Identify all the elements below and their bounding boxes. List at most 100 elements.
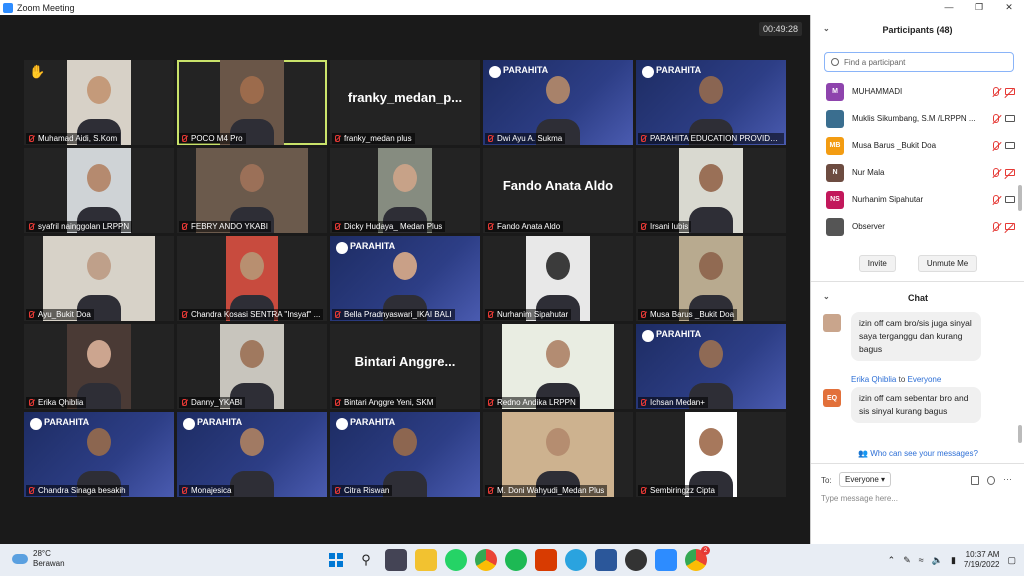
notification-icon[interactable]: ▢ (1007, 555, 1016, 566)
message-input[interactable]: Type message here... (821, 494, 898, 503)
person-face (240, 76, 264, 104)
video-tile[interactable]: PARAHITA PARAHITA EDUCATION PROVIDER (636, 60, 786, 145)
start-icon[interactable] (325, 549, 347, 571)
participant-name: PARAHITA EDUCATION PROVIDER (650, 134, 782, 143)
pen-icon[interactable]: ✎ (903, 555, 911, 566)
wifi-icon[interactable]: ≈ (919, 555, 924, 565)
participant-row[interactable]: M MUHAMMADI (821, 78, 1015, 105)
mic-muted-icon (488, 487, 493, 494)
who-can-see-link[interactable]: 👥 Who can see your messages? (811, 449, 1024, 458)
person-face (87, 252, 111, 280)
avatar: M (826, 82, 844, 101)
mic-muted-icon (641, 487, 646, 494)
clock-app-icon[interactable] (625, 549, 647, 571)
word-icon[interactable] (595, 549, 617, 571)
video-tile[interactable]: PARAHITA Ichsan Medan+ (636, 324, 786, 409)
chevron-down-icon[interactable]: ⌄ (823, 24, 830, 33)
video-tile[interactable]: Sembiringzz Cipta (636, 412, 786, 497)
video-tile[interactable]: franky_medan_p... franky_medan plus (330, 60, 480, 145)
person-face (546, 76, 570, 104)
participant-search-input[interactable]: Find a participant (824, 52, 1014, 72)
invite-button[interactable]: Invite (858, 255, 896, 272)
person-face (393, 252, 417, 280)
video-tile[interactable]: PARAHITA Chandra Sinaga besakih (24, 412, 174, 497)
avatar (823, 314, 841, 332)
recipient-select[interactable]: Everyone ▾ (839, 472, 892, 487)
spotify-icon[interactable] (505, 549, 527, 571)
sender-name[interactable]: Erika Qhiblia (851, 375, 896, 384)
camera-off-icon (1005, 169, 1015, 176)
search-icon[interactable]: ⚲ (355, 549, 377, 571)
recipient-name[interactable]: Everyone (908, 375, 942, 384)
video-tile[interactable]: Musa Barus _Bukit Doa (636, 236, 786, 321)
unmute-me-button[interactable]: Unmute Me (917, 255, 978, 272)
video-tile[interactable]: Chandra Kosasi SENTRA "Insyaf" ... (177, 236, 327, 321)
chat-bubble: izin off cam bro/sis juga sinyal saya te… (851, 312, 981, 361)
participant-row[interactable]: Muklis Sikumbang, S.M /LRPPN ... (821, 105, 1015, 132)
avatar: N (826, 163, 844, 182)
office-icon[interactable] (535, 549, 557, 571)
video-tile[interactable]: PARAHITA Dwi Ayu A. Sukma (483, 60, 633, 145)
video-tile[interactable]: M. Doni Wahyudi_Medan Plus (483, 412, 633, 497)
who-can-see-text: Who can see your messages? (870, 449, 978, 458)
video-tile[interactable]: Irsani lubis (636, 148, 786, 233)
mic-muted-icon (335, 223, 340, 230)
participant-row[interactable]: NS Nurhanim Sipahutar (821, 186, 1015, 213)
video-tile[interactable]: Bintari Anggre... Bintari Anggre Yeni, SK… (330, 324, 480, 409)
video-tile[interactable]: PARAHITA Citra Riswan (330, 412, 480, 497)
video-tile[interactable]: Redno Andika LRPPN (483, 324, 633, 409)
participant-name-label: franky_medan plus (332, 133, 415, 144)
close-button[interactable]: ✕ (994, 2, 1024, 13)
person-body (689, 207, 733, 233)
date: 7/19/2022 (963, 560, 1000, 569)
participant-row[interactable]: N Nur Mala (821, 159, 1015, 186)
file-icon[interactable] (971, 476, 979, 485)
weather-widget[interactable]: 28°C Berawan (12, 549, 65, 569)
camera-icon (1005, 142, 1015, 149)
maximize-button[interactable]: ❐ (964, 2, 994, 13)
chat-sender: Erika Qhiblia to Everyone (851, 375, 941, 384)
whatsapp-icon[interactable] (445, 549, 467, 571)
chat-scrollbar[interactable] (1018, 425, 1022, 443)
video-tile[interactable]: Dicky Hudaya_ Medan Plus (330, 148, 480, 233)
participant-name: Ichsan Medan+ (650, 398, 705, 407)
chrome-icon[interactable] (475, 549, 497, 571)
video-tile[interactable]: FEBRY ANDO YKABI (177, 148, 327, 233)
video-tile[interactable]: POCO M4 Pro (177, 60, 327, 145)
video-tile[interactable]: Danny_YKABI (177, 324, 327, 409)
participant-name: Observer (852, 222, 885, 231)
participant-display-name: Fando Anata Aldo (502, 178, 614, 193)
zoom-icon[interactable] (655, 549, 677, 571)
participant-row[interactable]: MB Musa Barus _Bukit Doa (821, 132, 1015, 159)
person-face (393, 164, 417, 192)
video-tile[interactable]: Ayu_Bukit Doa (24, 236, 174, 321)
chevron-up-icon[interactable]: ⌃ (888, 555, 896, 566)
recipient-value: Everyone (845, 475, 879, 484)
participant-name-label: Nurhanim Sipahutar (485, 309, 572, 320)
file-explorer-icon[interactable] (415, 549, 437, 571)
participant-row[interactable]: Observer (821, 213, 1015, 240)
task-view-icon[interactable] (385, 549, 407, 571)
mic-muted-icon (182, 223, 187, 230)
clock[interactable]: 10:37 AM 7/19/2022 (964, 550, 1000, 570)
chevron-down-icon[interactable]: ⌄ (823, 292, 830, 301)
video-tile[interactable]: Nurhanim Sipahutar (483, 236, 633, 321)
video-tile[interactable]: PARAHITA Monajesica (177, 412, 327, 497)
video-tile[interactable]: Fando Anata Aldo Fando Anata Aldo (483, 148, 633, 233)
volume-icon[interactable]: 🔈 (932, 555, 943, 566)
cloud-icon (12, 554, 28, 564)
video-tile[interactable]: PARAHITA Bella Pradnyaswari_IKAI BALI (330, 236, 480, 321)
video-tile[interactable]: ✋ Muhamad Aidi, S.Kom (24, 60, 174, 145)
parahita-logo (489, 66, 501, 78)
participant-scrollbar[interactable] (1018, 185, 1022, 211)
telegram-icon[interactable] (565, 549, 587, 571)
video-tile[interactable]: syafril nainggolan LRPPN (24, 148, 174, 233)
participant-name-label: Bintari Anggre Yeni, SKM (332, 397, 437, 408)
battery-icon[interactable]: ▮ (951, 555, 956, 566)
more-icon[interactable]: ··· (1003, 474, 1012, 484)
video-tile[interactable]: Erika Qhiblia (24, 324, 174, 409)
minimize-button[interactable]: — (934, 2, 964, 13)
emoji-icon[interactable] (987, 476, 995, 485)
participant-name-label: Chandra Sinaga besakih (26, 485, 129, 496)
chrome-icon[interactable]: 2 (685, 546, 710, 571)
